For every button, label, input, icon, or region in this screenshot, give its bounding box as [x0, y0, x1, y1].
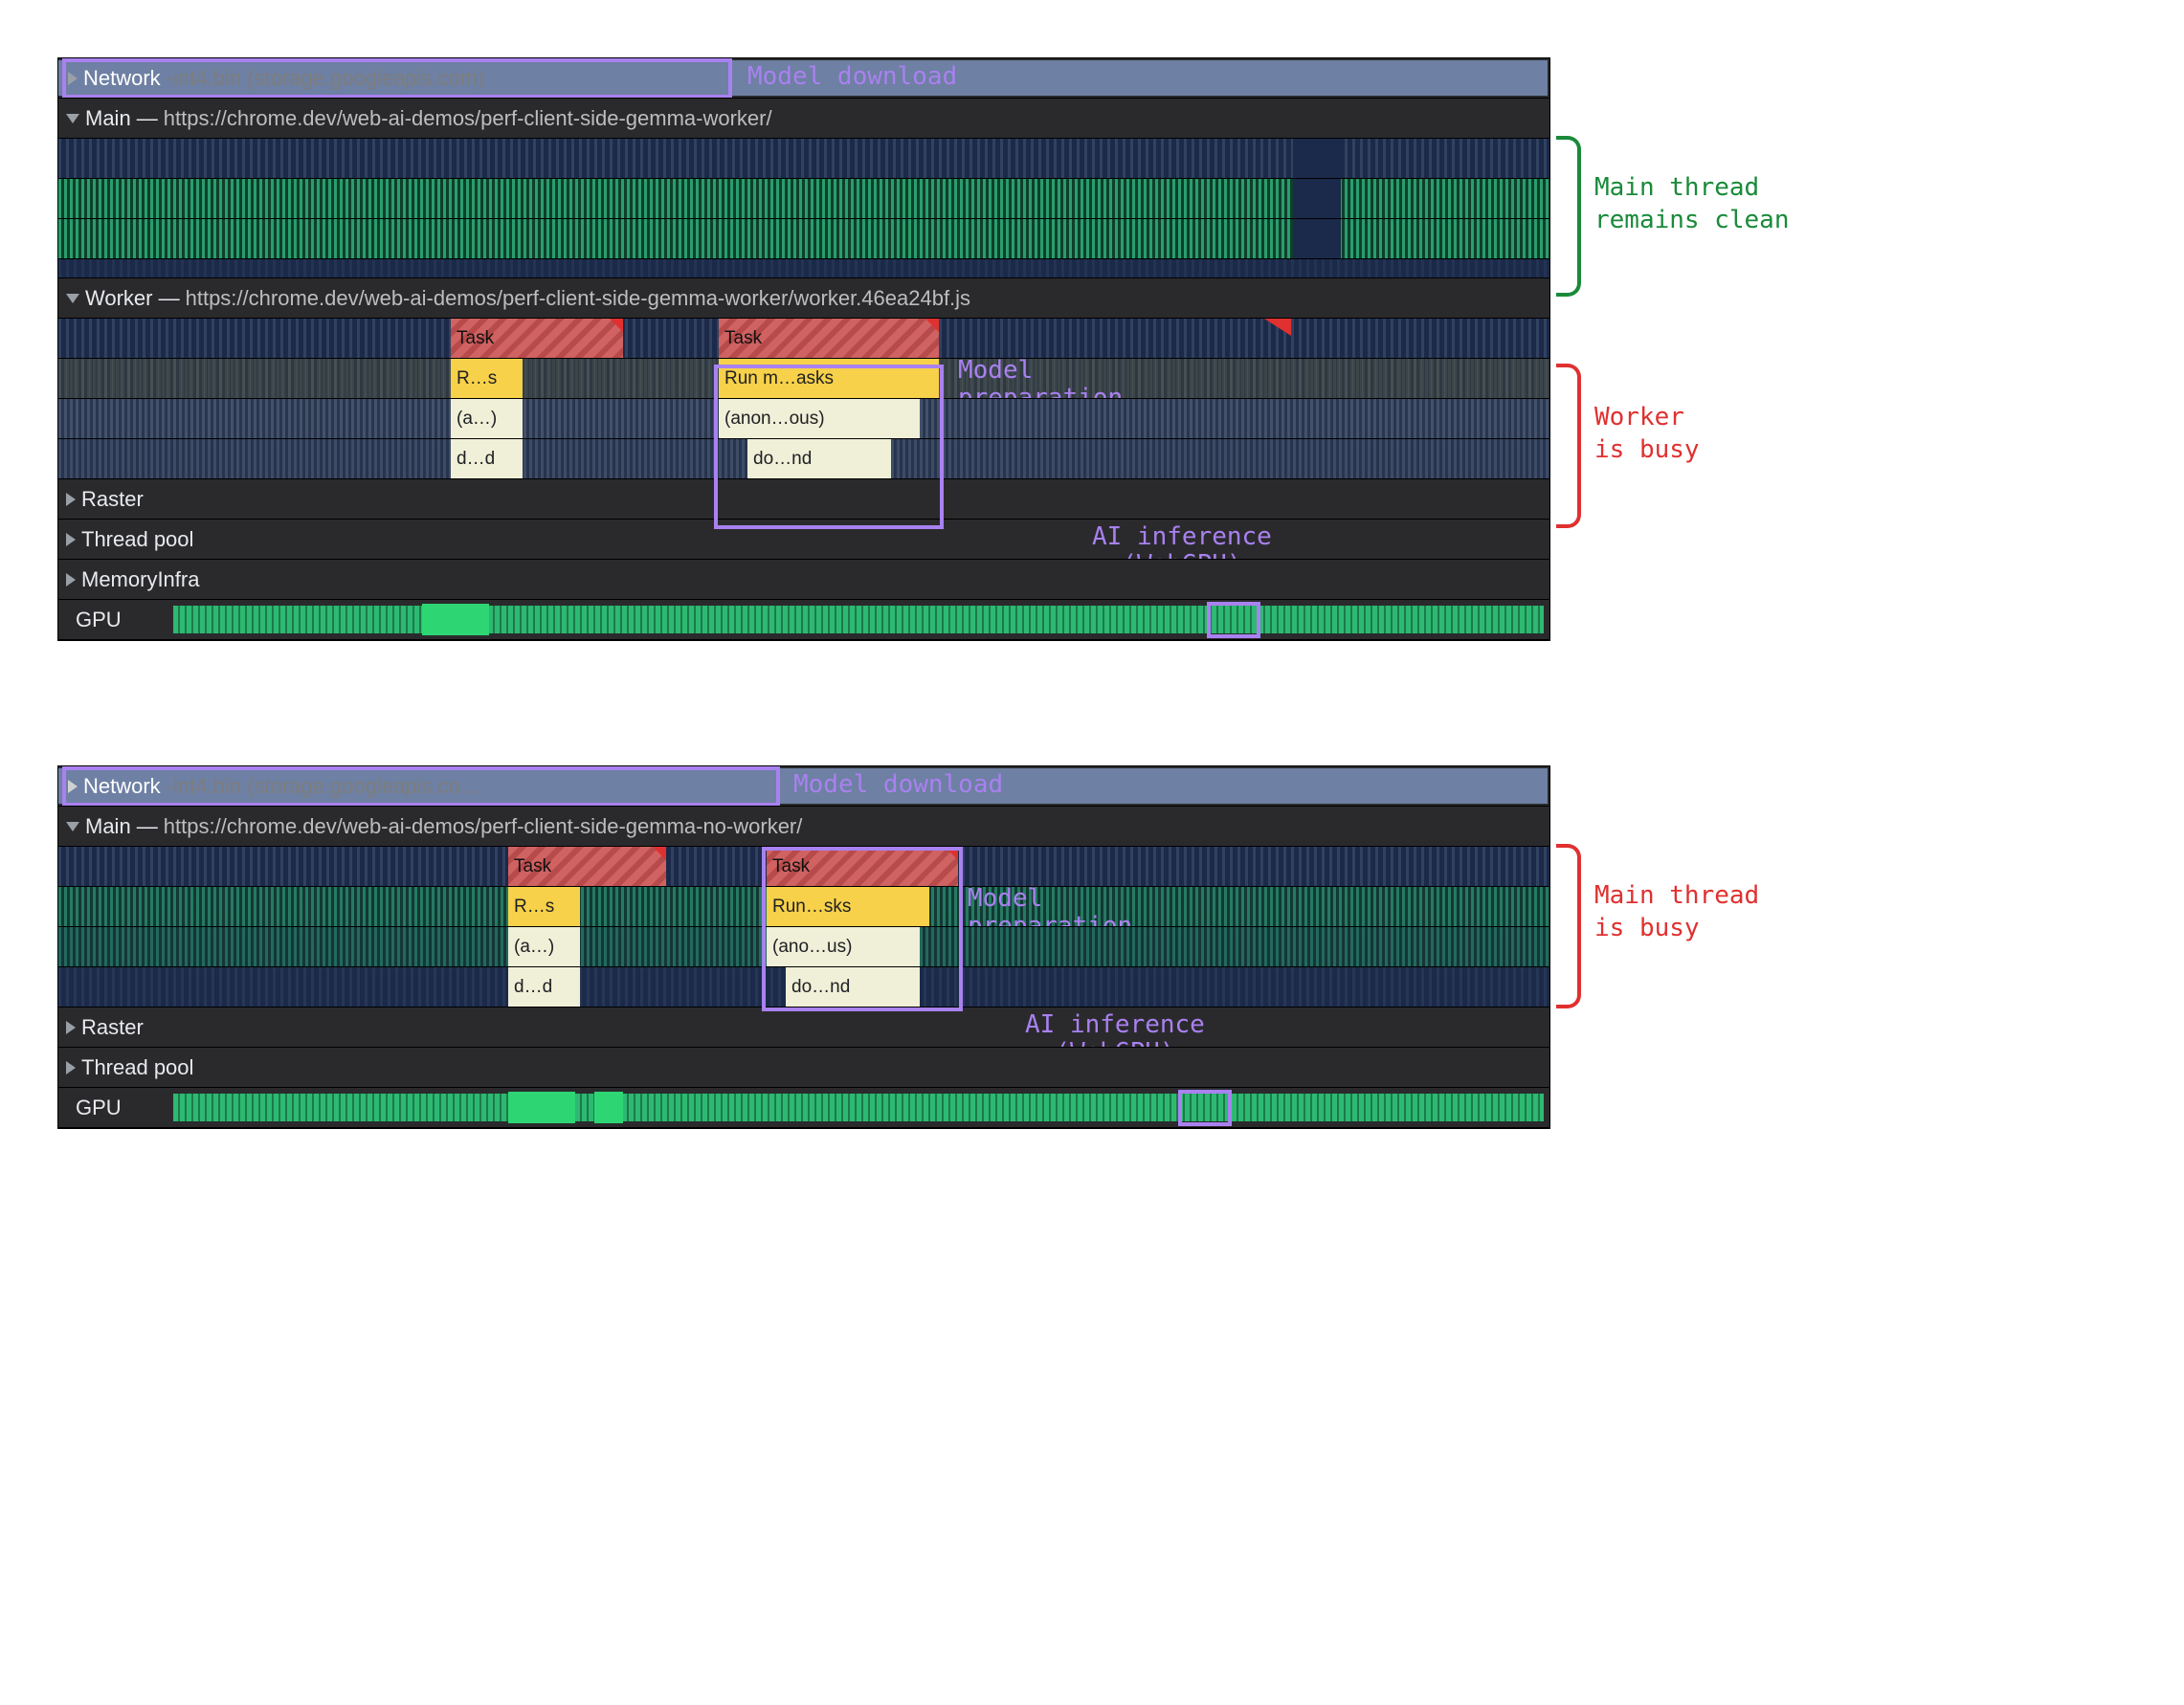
network-row[interactable]: Network -int4.bin (storage.googleapis.co… — [58, 766, 1549, 807]
threadpool-header[interactable]: Thread pool AI inference (WebGPU) — [58, 520, 1549, 560]
devtools-trace-1: Network -int4.bin (storage.googleapis.co… — [57, 57, 1550, 641]
main-thread-header[interactable]: Main — https://chrome.dev/web-ai-demos/p… — [58, 99, 1549, 139]
main-run-row[interactable]: R…s Run…sks Model preparation — [58, 887, 1549, 927]
run-block-2[interactable]: Run…sks — [767, 887, 929, 926]
task-block-1[interactable]: Task — [451, 319, 623, 358]
devtools-trace-2: Network -int4.bin (storage.googleapis.co… — [57, 765, 1550, 1129]
task-block-2[interactable]: Task — [719, 319, 939, 358]
anon-block-1[interactable]: (a…) — [451, 399, 523, 438]
threadpool-header[interactable]: Thread pool — [58, 1048, 1549, 1088]
chevron-right-icon — [68, 780, 78, 793]
chevron-right-icon — [68, 72, 78, 85]
annotation-model-download: Model download — [793, 770, 1003, 799]
worker-thread-header[interactable]: Worker — https://chrome.dev/web-ai-demos… — [58, 278, 1549, 319]
main-thread-header[interactable]: Main — https://chrome.dev/web-ai-demos/p… — [58, 807, 1549, 847]
memoryinfra-header[interactable]: MemoryInfra — [58, 560, 1549, 600]
gpu-block[interactable] — [508, 1092, 575, 1123]
raster-header[interactable]: Raster — [58, 479, 1549, 520]
main-label: Main — — [85, 814, 158, 839]
main-url: https://chrome.dev/web-ai-demos/perf-cli… — [164, 814, 803, 839]
run-block-1[interactable]: R…s — [508, 887, 580, 926]
annotation-ai-inference: AI inference (WebGPU) — [1025, 1011, 1205, 1048]
side-note-worker-busy: Worker is busy — [1594, 402, 1700, 467]
gpu-row[interactable]: GPU — [58, 600, 1549, 640]
annotation-model-prep: Model preparation — [958, 359, 1123, 399]
main-track-2[interactable] — [58, 179, 1549, 219]
chevron-right-icon — [66, 493, 76, 506]
network-file: -int4.bin (storage.googleapis.com) — [167, 66, 485, 91]
gpu-block[interactable] — [422, 604, 489, 635]
worker-task-row[interactable]: Task Task — [58, 319, 1549, 359]
brace-icon — [1556, 364, 1581, 528]
worker-label: Worker — — [85, 286, 180, 311]
anon-block-2[interactable]: (anon…ous) — [719, 399, 920, 438]
chevron-right-icon — [66, 1021, 76, 1034]
chevron-right-icon — [66, 533, 76, 546]
main-track-1[interactable] — [58, 139, 1549, 179]
main-task-row[interactable]: Task Task — [58, 847, 1549, 887]
main-label: Main — — [85, 106, 158, 131]
gpu-activity — [173, 1094, 1544, 1121]
network-row[interactable]: Network -int4.bin (storage.googleapis.co… — [58, 58, 1549, 99]
network-label: Network — [83, 774, 161, 799]
annotation-model-prep: Model preparation — [968, 887, 1132, 927]
gpu-label: GPU — [66, 1094, 131, 1122]
chevron-down-icon — [66, 822, 79, 831]
network-label: Network — [83, 66, 161, 91]
chevron-down-icon — [66, 114, 79, 123]
main-url: https://chrome.dev/web-ai-demos/perf-cli… — [164, 106, 772, 131]
network-file: -int4.bin (storage.googleapis.co… — [167, 774, 481, 799]
gpu-activity — [173, 606, 1544, 633]
brace-icon — [1556, 136, 1581, 297]
do-block-2[interactable]: do…nd — [786, 967, 920, 1007]
anon-block-1[interactable]: (a…) — [508, 927, 580, 966]
chevron-right-icon — [66, 573, 76, 587]
gpu-label: GPU — [66, 606, 131, 634]
brace-icon — [1556, 844, 1581, 1008]
chevron-right-icon — [66, 1061, 76, 1074]
worker-anon-row[interactable]: (a…) (anon…ous) — [58, 399, 1549, 439]
raster-header[interactable]: Raster AI inference (WebGPU) — [58, 1008, 1549, 1048]
run-block-1[interactable]: R…s — [451, 359, 523, 398]
trace-panel-no-worker: Network -int4.bin (storage.googleapis.co… — [57, 765, 2127, 1129]
main-anon-row[interactable]: (a…) (ano…us) — [58, 927, 1549, 967]
do-block-1[interactable]: d…d — [508, 967, 580, 1007]
trace-panel-worker: Network -int4.bin (storage.googleapis.co… — [57, 57, 2127, 670]
worker-run-row[interactable]: R…s Run m…asks Model preparation — [58, 359, 1549, 399]
task-block-1[interactable]: Task — [508, 847, 666, 886]
run-block-2[interactable]: Run m…asks — [719, 359, 939, 398]
side-note-main-clean: Main thread remains clean — [1594, 172, 1790, 237]
do-block-1[interactable]: d…d — [451, 439, 523, 478]
worker-do-row[interactable]: d…d do…nd — [58, 439, 1549, 479]
main-track-3[interactable] — [58, 219, 1549, 259]
worker-url: https://chrome.dev/web-ai-demos/perf-cli… — [186, 286, 970, 311]
do-block-2[interactable]: do…nd — [747, 439, 891, 478]
main-do-row[interactable]: d…d do…nd — [58, 967, 1549, 1008]
chevron-down-icon — [66, 294, 79, 303]
gpu-row[interactable]: GPU — [58, 1088, 1549, 1128]
task-warn-icon — [1264, 319, 1291, 336]
annotation-ai-inference: AI inference (WebGPU) — [1092, 523, 1272, 560]
task-block-2[interactable]: Task — [767, 847, 958, 886]
main-track-4[interactable] — [58, 259, 1549, 278]
anon-block-2[interactable]: (ano…us) — [767, 927, 920, 966]
side-note-main-busy: Main thread is busy — [1594, 880, 1759, 945]
gpu-block[interactable] — [594, 1092, 623, 1123]
annotation-model-download: Model download — [747, 62, 957, 91]
